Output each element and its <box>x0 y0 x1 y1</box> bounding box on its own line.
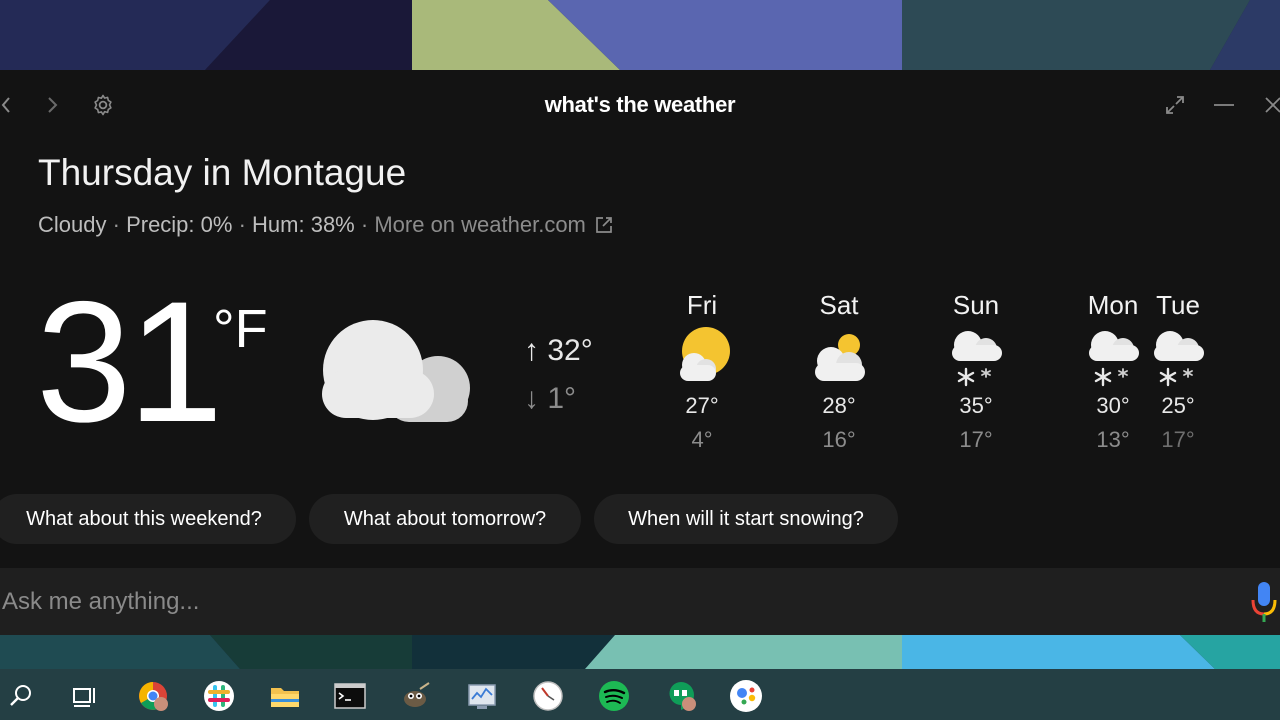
separator: · <box>238 212 246 237</box>
separator: · <box>112 212 120 237</box>
ask-bar <box>0 568 1280 635</box>
current-temperature: 31 <box>36 266 223 458</box>
spotify-icon[interactable] <box>597 679 631 713</box>
hangouts-icon[interactable] <box>664 679 698 713</box>
forecast-low: 17° <box>1161 427 1195 452</box>
forecast-high: 25° <box>1161 393 1195 418</box>
forecast-low: 16° <box>822 427 856 452</box>
forecast-day-name: Fri <box>686 290 718 320</box>
temperature-unit: °F <box>213 299 268 359</box>
search-icon[interactable] <box>4 679 38 713</box>
down-arrow-icon: ↓ <box>524 382 539 415</box>
suggestion-chip-weekend[interactable]: What about this weekend? <box>0 494 296 544</box>
today-high-value: 32° <box>547 334 593 367</box>
google-assistant-icon[interactable] <box>729 679 763 713</box>
slack-icon[interactable] <box>202 679 236 713</box>
task-view-icon[interactable] <box>67 679 101 713</box>
terminal-icon[interactable] <box>333 679 367 713</box>
today-low-value: 1° <box>547 382 577 415</box>
forecast-low: 4° <box>691 427 713 452</box>
weather-com-link[interactable]: More on weather.com <box>374 212 614 237</box>
file-explorer-icon[interactable] <box>268 679 302 713</box>
snow-cloud-icon <box>1154 331 1204 387</box>
condition-text: Cloudy <box>38 212 107 237</box>
weather-com-link-label[interactable]: More on weather.com <box>374 212 586 237</box>
cloud-icon <box>322 320 470 422</box>
today-high: ↑ 32° <box>524 334 593 368</box>
clock-icon[interactable] <box>531 679 565 713</box>
gimp-icon[interactable] <box>398 679 432 713</box>
forecast-day[interactable]: Sun 35° 17° <box>936 290 1016 453</box>
external-link-icon[interactable] <box>594 215 614 235</box>
forecast-high: 35° <box>959 393 993 418</box>
location-heading: Thursday in Montague <box>38 152 407 193</box>
minimize-icon[interactable] <box>1213 94 1235 116</box>
today-low: ↓ 1° <box>524 382 576 416</box>
precip-text: Precip: 0% <box>126 212 233 237</box>
expand-icon[interactable] <box>1164 94 1186 116</box>
snow-cloud-icon <box>1089 331 1139 387</box>
forecast-day-name: Sun <box>952 290 1000 320</box>
forecast-day-name: Tue <box>1156 290 1200 320</box>
title-bar: what's the weather <box>0 70 1280 142</box>
partly-sunny-icon <box>815 334 865 381</box>
ask-input[interactable] <box>0 578 1204 626</box>
assistant-window: what's the weather Thursday in Montague … <box>0 70 1280 635</box>
weather-details: Cloudy · Precip: 0% · Hum: 38% · More on… <box>38 212 614 238</box>
suggestion-chip-snowing[interactable]: When will it start snowing? <box>594 494 898 544</box>
forecast-high: 27° <box>685 393 719 418</box>
separator: · <box>360 212 369 237</box>
window-title: what's the weather <box>544 92 736 117</box>
humidity-text: Hum: 38% <box>252 212 355 237</box>
forecast-day-name: Sat <box>819 290 859 320</box>
snow-cloud-icon <box>952 331 1002 387</box>
taskbar <box>0 669 1280 720</box>
forecast-high: 28° <box>822 393 856 418</box>
forecast-day[interactable]: Fri 27° 4° <box>662 290 742 453</box>
chrome-icon[interactable] <box>136 679 170 713</box>
forecast-day[interactable]: Sat 28° 16° <box>799 290 879 453</box>
system-monitor-icon[interactable] <box>465 679 499 713</box>
forecast-low: 17° <box>959 427 993 452</box>
up-arrow-icon: ↑ <box>524 334 539 367</box>
partly-sunny-icon <box>680 327 730 381</box>
close-icon[interactable] <box>1262 94 1280 116</box>
microphone-icon[interactable] <box>1250 580 1278 624</box>
suggestion-chip-tomorrow[interactable]: What about tomorrow? <box>309 494 581 544</box>
forecast-day[interactable]: Tue 25° 17° <box>1138 290 1218 453</box>
